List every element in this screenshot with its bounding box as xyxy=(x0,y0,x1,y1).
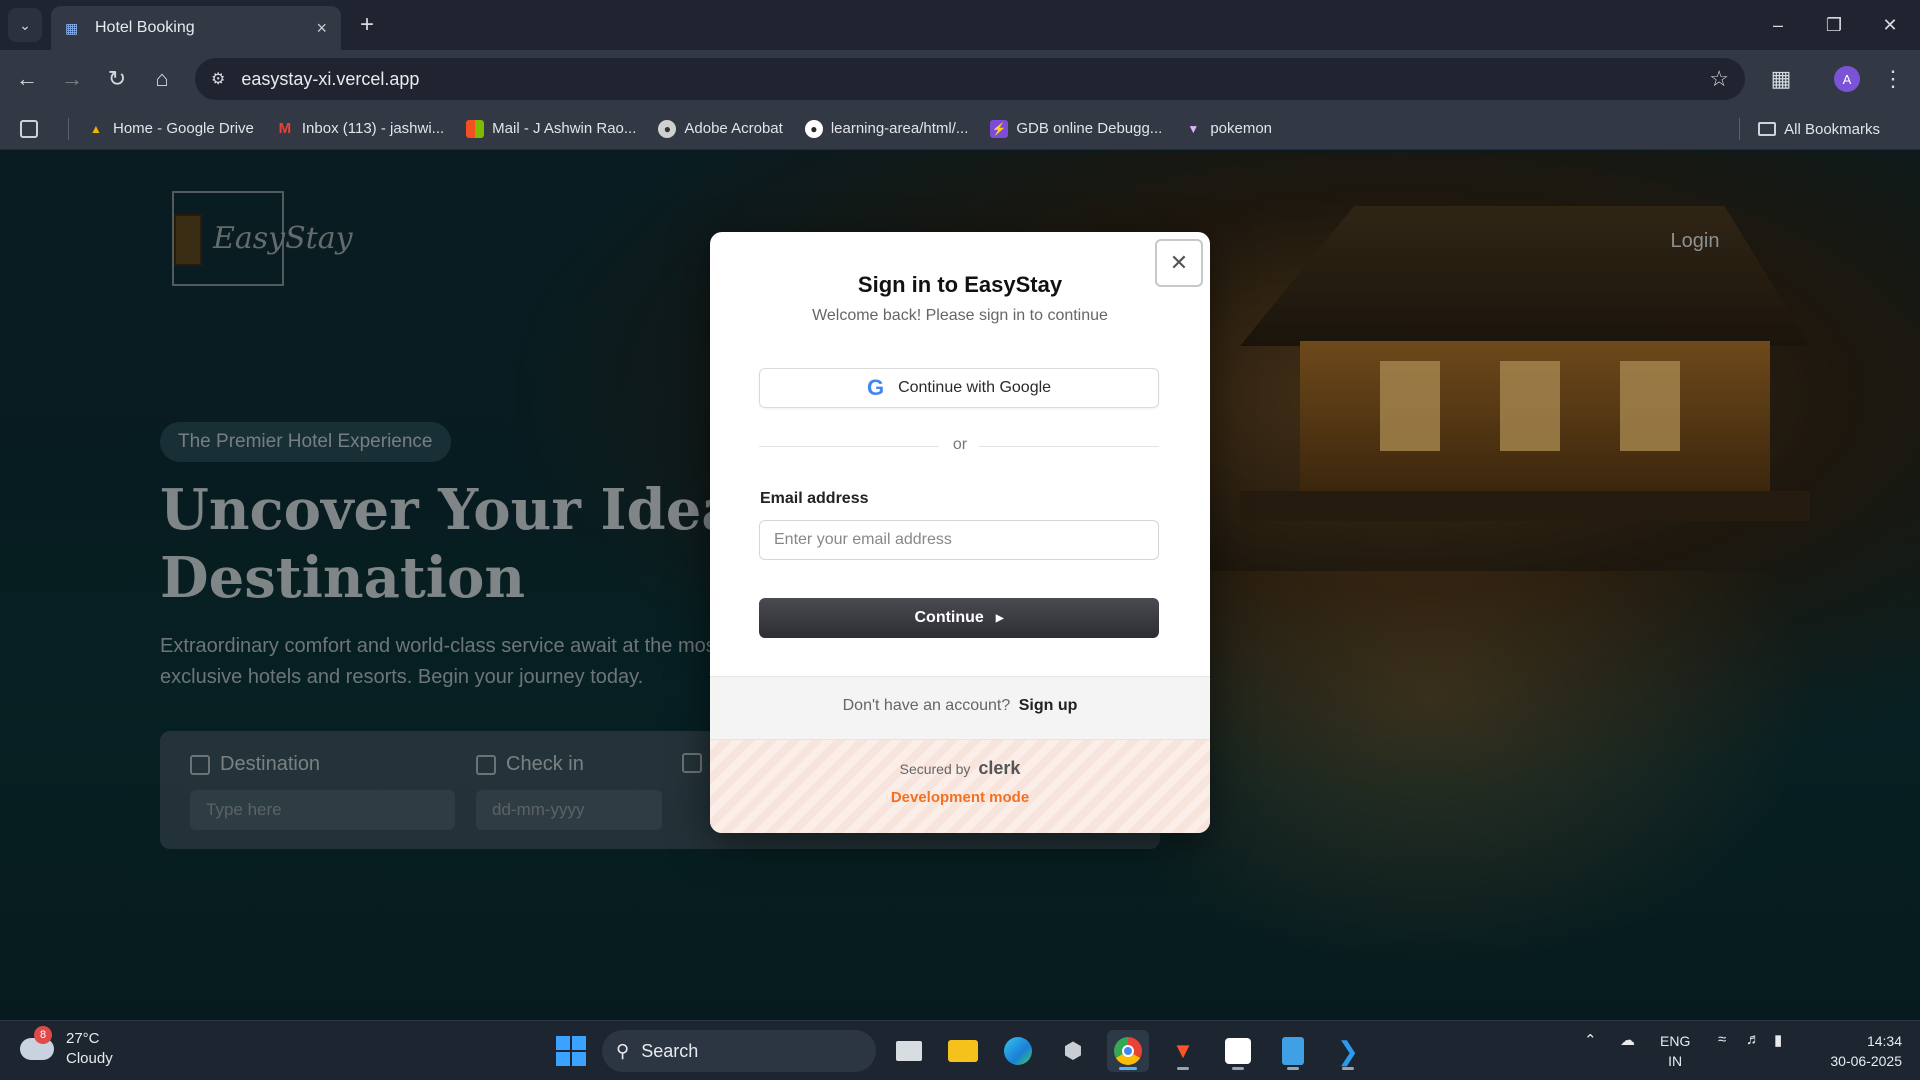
weather-widget[interactable]: 8 27°C Cloudy xyxy=(20,1026,113,1069)
bookmark-gdb-online[interactable]: ⚡ GDB online Debugg... xyxy=(990,119,1162,138)
weather-badge: 8 xyxy=(34,1026,52,1044)
app-hexagon-icon[interactable]: ⬢ xyxy=(1052,1030,1094,1072)
email-input[interactable] xyxy=(759,520,1159,560)
google-button-label: Continue with Google xyxy=(898,379,1052,396)
bookmark-outlook-mail[interactable]: Mail - J Ashwin Rao... xyxy=(466,119,636,138)
show-hidden-icons-chevron-icon[interactable]: ⌃ xyxy=(1584,1031,1597,1049)
minimize-icon[interactable]: – xyxy=(1750,0,1806,50)
continue-with-google-button[interactable]: G Continue with Google xyxy=(759,368,1159,408)
all-bookmarks-folder[interactable]: All Bookmarks xyxy=(1739,108,1880,150)
bookmark-pokemon[interactable]: ▼ pokemon xyxy=(1184,120,1272,138)
secured-by-row: Secured by clerk xyxy=(710,758,1210,779)
bookmarks-separator xyxy=(1739,118,1741,140)
weather-condition: Cloudy xyxy=(66,1050,113,1067)
taskbar-search[interactable]: ⚲ Search xyxy=(602,1030,876,1072)
windows-taskbar: 8 27°C Cloudy ⚲ Search ⬢ ▼ ❯ ⌃ ☁ ENG IN … xyxy=(0,1020,1920,1080)
taskbar-search-label: Search xyxy=(641,1040,699,1061)
continue-button-label: Continue xyxy=(914,609,984,626)
task-view-icon[interactable] xyxy=(888,1030,930,1072)
tab-search-chevron-icon[interactable]: ⌄ xyxy=(8,8,42,42)
forward-arrow-icon[interactable]: → xyxy=(55,62,89,96)
no-account-text: Don't have an account? xyxy=(842,697,1011,714)
wifi-icon[interactable]: ≈ xyxy=(1718,1031,1726,1048)
reload-icon[interactable]: ↻ xyxy=(100,62,134,96)
bookmarks-separator xyxy=(68,117,69,140)
continue-button[interactable]: Continue ▶ xyxy=(759,598,1159,638)
apps-grid-icon[interactable] xyxy=(20,119,46,138)
bookmark-github[interactable]: ● learning-area/html/... xyxy=(804,119,968,138)
modal-subtitle: Welcome back! Please sign in to continue xyxy=(812,307,1108,324)
secured-by-text: Secured by xyxy=(899,761,971,777)
google-g-icon: G xyxy=(866,375,885,400)
browser-menu-icon[interactable]: ⋮ xyxy=(1876,62,1910,96)
acrobat-icon: ● xyxy=(658,119,677,138)
folder-icon xyxy=(1758,122,1777,136)
cloud-icon: 8 xyxy=(20,1026,54,1060)
system-clock[interactable]: 14:34 30-06-2025 xyxy=(1812,1031,1902,1071)
search-icon: ⚲ xyxy=(616,1040,630,1061)
notepad-icon[interactable] xyxy=(1272,1030,1314,1072)
browser-tab[interactable]: ▦ Hotel Booking × xyxy=(51,6,341,50)
gdb-icon: ⚡ xyxy=(990,119,1009,138)
or-divider-text: or xyxy=(952,436,968,453)
extensions-puzzle-icon[interactable]: ▦ xyxy=(1764,62,1798,96)
play-arrow-icon: ▶ xyxy=(995,612,1004,624)
clerk-logo[interactable]: clerk xyxy=(978,758,1020,778)
clock-time: 14:34 xyxy=(1866,1033,1902,1049)
signup-row: Don't have an account? Sign up xyxy=(710,697,1210,715)
tab-close-icon[interactable]: × xyxy=(316,18,327,39)
chrome-icon[interactable] xyxy=(1107,1030,1149,1072)
vscode-icon[interactable]: ❯ xyxy=(1327,1030,1369,1072)
volume-icon[interactable]: ♬ xyxy=(1746,1031,1761,1048)
modal-title: Sign in to EasyStay xyxy=(857,272,1063,297)
window-close-icon[interactable]: ✕ xyxy=(1862,0,1918,50)
brave-icon[interactable]: ▼ xyxy=(1162,1030,1204,1072)
microsoft-icon xyxy=(466,119,485,138)
hotel-favicon-icon: ▦ xyxy=(65,19,79,36)
tab-title: Hotel Booking xyxy=(95,19,195,36)
page-viewport: EasyStay Login The Premier Hotel Experie… xyxy=(0,151,1920,1020)
windows-start-icon[interactable] xyxy=(556,1036,586,1066)
divider-right xyxy=(979,446,1159,447)
battery-icon[interactable]: ▮ xyxy=(1774,1031,1782,1049)
clock-date: 30-06-2025 xyxy=(1830,1053,1902,1069)
restore-icon[interactable]: ❐ xyxy=(1806,0,1862,50)
bookmarks-bar: ▲ Home - Google Drive M Inbox (113) - jash… xyxy=(0,108,1920,150)
new-tab-plus-icon[interactable]: + xyxy=(352,10,382,40)
bookmark-star-icon[interactable]: ☆ xyxy=(1709,66,1729,92)
bookmark-adobe-acrobat[interactable]: ● Adobe Acrobat xyxy=(658,119,783,138)
bookmark-google-drive[interactable]: ▲ Home - Google Drive xyxy=(87,120,254,138)
sign-in-modal: ✕ Sign in to EasyStay Welcome back! Plea… xyxy=(710,232,1210,833)
sign-up-link[interactable]: Sign up xyxy=(1019,697,1078,714)
back-arrow-icon[interactable]: ← xyxy=(10,62,44,96)
development-mode-text: Development mode xyxy=(890,789,1030,806)
url-text[interactable]: easystay-xi.vercel.app xyxy=(241,69,1709,90)
edge-icon[interactable] xyxy=(997,1030,1039,1072)
development-mode-band: Secured by clerk Development mode xyxy=(710,740,1210,833)
onedrive-cloud-icon[interactable]: ☁ xyxy=(1620,1031,1635,1049)
language-indicator[interactable]: ENG IN xyxy=(1660,1031,1690,1071)
gmail-icon: M xyxy=(278,120,292,137)
home-icon[interactable]: ⌂ xyxy=(145,62,179,96)
email-label: Email address xyxy=(760,490,869,507)
github-icon: ● xyxy=(804,119,823,138)
browser-tab-bar: ⌄ ▦ Hotel Booking × + – ❐ ✕ xyxy=(0,0,1920,50)
weather-temperature: 27°C xyxy=(66,1030,100,1047)
google-drive-icon: ▲ xyxy=(90,121,102,136)
browser-toolbar: ← → ↻ ⌂ ⚙ easystay-xi.vercel.app ☆ ▦ ⋮ xyxy=(0,50,1920,108)
language-line2: IN xyxy=(1668,1053,1683,1069)
file-explorer-icon[interactable] xyxy=(942,1030,984,1072)
modal-footer: Don't have an account? Sign up Secured b… xyxy=(710,676,1210,833)
bookmark-gmail[interactable]: M Inbox (113) - jashwi... xyxy=(276,120,445,138)
site-info-icon[interactable]: ⚙ xyxy=(211,69,225,89)
pokemon-icon: ▼ xyxy=(1187,121,1200,136)
language-line1: ENG xyxy=(1660,1033,1691,1049)
profile-avatar[interactable]: A xyxy=(1834,66,1860,92)
address-bar[interactable]: ⚙ easystay-xi.vercel.app ☆ xyxy=(195,58,1745,100)
terminal-app-icon[interactable] xyxy=(1217,1030,1259,1072)
